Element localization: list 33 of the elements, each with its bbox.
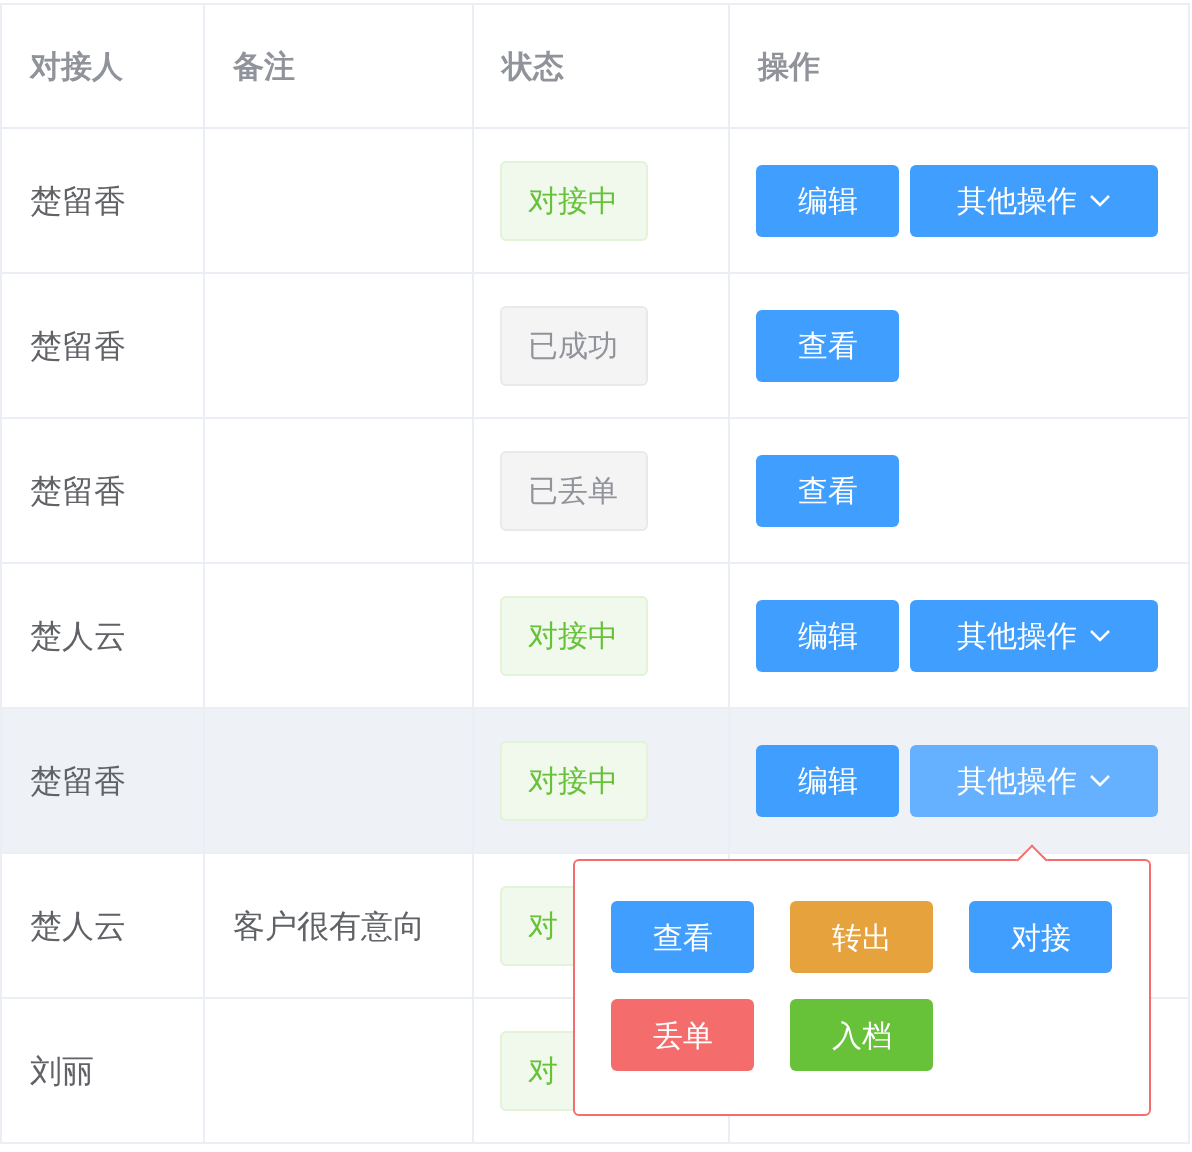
contact-name: 楚人云 (30, 906, 126, 945)
status-tag: 已丢单 (500, 450, 648, 531)
column-header: 对接人 (30, 47, 123, 84)
status-tag: 对接中 (500, 740, 648, 821)
contact-name: 刘丽 (30, 1051, 94, 1090)
column-header: 备注 (233, 47, 295, 84)
popover-action-button[interactable]: 丢单 (611, 999, 754, 1071)
more-actions-button[interactable]: 其他操作 (910, 744, 1158, 817)
status-tag: 已成功 (500, 305, 648, 386)
note-text: 客户很有意向 (233, 906, 425, 945)
popover-action-button[interactable]: 对接 (969, 901, 1112, 973)
contact-name: 楚留香 (30, 761, 126, 800)
column-header: 状态 (502, 47, 564, 84)
status-tag: 对接中 (500, 160, 648, 241)
contact-name: 楚留香 (30, 181, 126, 220)
status-tag: 对接中 (500, 595, 648, 676)
chevron-down-icon (1089, 628, 1111, 643)
more-actions-button[interactable]: 其他操作 (910, 599, 1158, 672)
contact-name: 楚留香 (30, 471, 126, 510)
contact-name: 楚留香 (30, 326, 126, 365)
contact-name: 楚人云 (30, 616, 126, 655)
popover-action-button[interactable]: 转出 (790, 901, 933, 973)
edit-button[interactable]: 查看 (756, 454, 899, 527)
edit-button[interactable]: 编辑 (756, 599, 899, 672)
popover-action-button[interactable]: 查看 (611, 901, 754, 973)
popover-action-button[interactable]: 入档 (790, 999, 933, 1071)
edit-button[interactable]: 编辑 (756, 744, 899, 817)
edit-button[interactable]: 编辑 (756, 164, 899, 237)
chevron-down-icon (1089, 773, 1111, 788)
more-actions-button[interactable]: 其他操作 (910, 164, 1158, 237)
chevron-down-icon (1089, 193, 1111, 208)
edit-button[interactable]: 查看 (756, 309, 899, 382)
column-header: 操作 (758, 47, 820, 84)
